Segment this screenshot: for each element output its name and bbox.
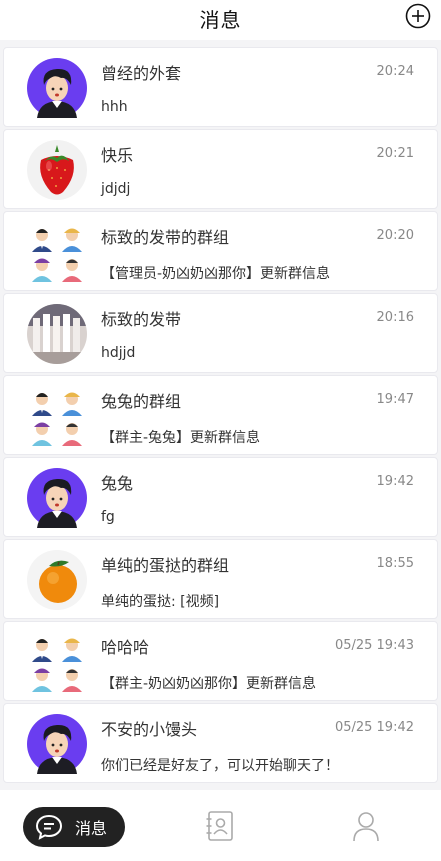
conversation-time: 20:16	[376, 310, 414, 325]
strawberry-avatar-icon	[27, 140, 87, 200]
conversation-time: 18:55	[376, 556, 414, 571]
conversation-item[interactable]: 兔兔 19:42 fg	[3, 457, 438, 537]
conversation-item[interactable]: 单纯的蛋挞的群组 18:55 单纯的蛋挞: [视频]	[3, 539, 438, 619]
orange-avatar-icon	[27, 550, 87, 610]
conversation-preview: 单纯的蛋挞: [视频]	[101, 594, 220, 610]
boy-avatar-icon	[27, 58, 87, 118]
conversation-preview: 【群主-兔兔】更新群信息	[101, 430, 261, 446]
conversation-time: 20:24	[376, 64, 414, 79]
photo-avatar-icon	[27, 304, 87, 364]
bottom-tab-bar: 消息	[0, 790, 441, 861]
conversation-name: 快乐	[101, 146, 134, 165]
conversation-name: 标致的发带的群组	[101, 228, 230, 247]
conversation-time: 19:47	[376, 392, 414, 407]
conversation-name: 单纯的蛋挞的群组	[101, 556, 230, 575]
conversation-item[interactable]: 哈哈哈 05/25 19:43 【群主-奶凶奶凶那你】更新群信息	[3, 621, 438, 701]
conversation-preview: 你们已经是好友了，可以开始聊天了！	[101, 758, 339, 774]
conversation-preview: fg	[101, 509, 115, 525]
conversation-item[interactable]: 标致的发带的群组 20:20 【管理员-奶凶奶凶那你】更新群信息	[3, 211, 438, 291]
contacts-icon[interactable]	[205, 810, 235, 842]
group-avatar-icon	[32, 392, 82, 446]
conversation-item[interactable]: 不安的小馒头 05/25 19:42 你们已经是好友了，可以开始聊天了！	[3, 703, 438, 783]
conversation-time: 20:20	[376, 228, 414, 243]
boy-avatar-icon	[27, 468, 87, 528]
conversation-time: 19:42	[376, 474, 414, 489]
conversation-name: 兔兔的群组	[101, 392, 182, 411]
conversation-name: 标致的发带	[101, 310, 182, 329]
conversation-preview: hdjjd	[101, 345, 136, 361]
group-avatar-icon	[32, 638, 82, 692]
conversation-time: 05/25 19:42	[334, 720, 414, 735]
conversation-name: 曾经的外套	[101, 64, 182, 83]
conversation-time: 05/25 19:43	[334, 638, 414, 653]
conversation-preview: jdjdj	[101, 181, 131, 197]
conversation-name: 不安的小馒头	[101, 720, 198, 739]
profile-icon[interactable]	[351, 810, 381, 842]
top-bar: 消息	[0, 0, 441, 40]
conversation-preview: 【群主-奶凶奶凶那你】更新群信息	[101, 676, 317, 692]
conversation-preview: hhh	[101, 99, 128, 115]
conversation-item[interactable]: 快乐 20:21 jdjdj	[3, 129, 438, 209]
conversation-item[interactable]: 标致的发带 20:16 hdjjd	[3, 293, 438, 373]
conversation-item[interactable]: 曾经的外套 20:24 hhh	[3, 47, 438, 127]
tab-messages[interactable]: 消息	[23, 807, 125, 847]
conversation-preview: 【管理员-奶凶奶凶那你】更新群信息	[101, 266, 331, 282]
conversation-time: 20:21	[376, 146, 414, 161]
conversation-name: 兔兔	[101, 474, 134, 493]
conversation-item[interactable]: 兔兔的群组 19:47 【群主-兔兔】更新群信息	[3, 375, 438, 455]
boy-avatar-icon	[27, 714, 87, 774]
conversation-list: 曾经的外套 20:24 hhh 快乐 20:21 jdjdj 标致的发带的群组 …	[3, 47, 438, 785]
chat-bubble-icon	[35, 814, 63, 840]
add-circle-icon[interactable]	[405, 3, 431, 29]
page-title: 消息	[199, 8, 242, 32]
tab-messages-label: 消息	[75, 819, 108, 838]
group-avatar-icon	[32, 228, 82, 282]
conversation-name: 哈哈哈	[101, 638, 150, 657]
